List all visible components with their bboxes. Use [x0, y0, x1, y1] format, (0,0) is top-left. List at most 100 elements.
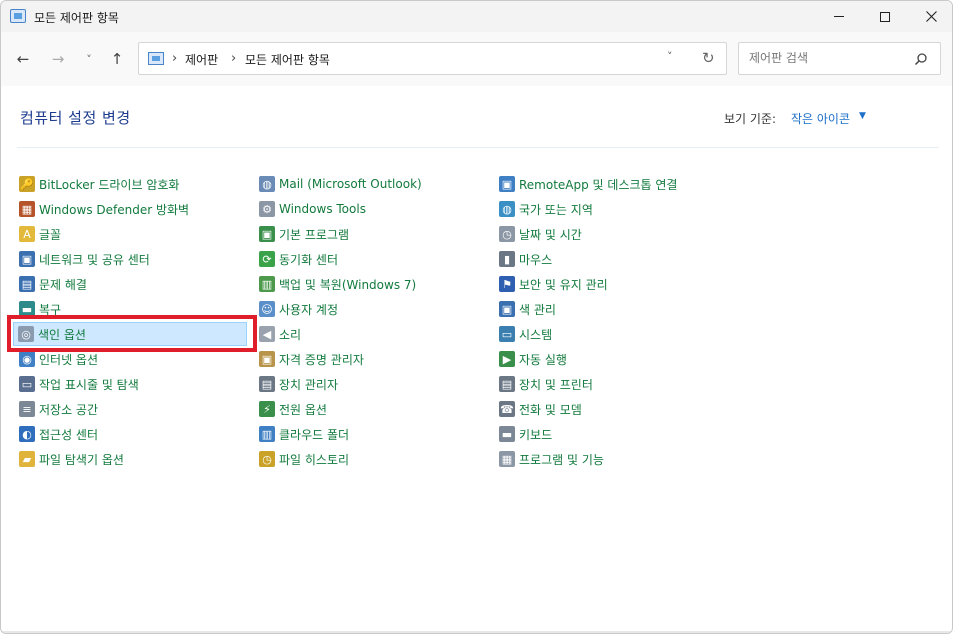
control-panel-item[interactable]: ◎ 색인 옵션 — [13, 322, 247, 346]
view-by-dropdown[interactable]: 작은 아이콘 — [791, 110, 850, 127]
minimize-icon — [834, 16, 844, 17]
control-panel-item-label: 프로그램 및 기능 — [519, 452, 604, 467]
control-panel-item[interactable]: ▣ 색 관리 — [495, 298, 556, 320]
control-panel-item-label: 자동 실행 — [519, 352, 567, 367]
control-panel-item[interactable]: ▣ RemoteApp 및 데스크톱 연결 — [495, 173, 677, 195]
sound-icon: ◀ — [259, 326, 275, 342]
control-panel-item-label: 백업 및 복원(Windows 7) — [279, 277, 417, 292]
maximize-button[interactable] — [862, 1, 908, 32]
power-options-icon: ⚡ — [259, 401, 275, 417]
date-time-icon: ◷ — [499, 226, 515, 242]
color-management-icon: ▣ — [499, 301, 515, 317]
control-panel-item[interactable]: ▤ 문제 해결 — [15, 273, 87, 295]
control-panel-item[interactable]: ▦ 프로그램 및 기능 — [495, 448, 604, 470]
control-panel-item[interactable]: ◍ Mail (Microsoft Outlook) — [255, 173, 422, 195]
control-panel-item[interactable]: ▤ 장치 및 프린터 — [495, 373, 593, 395]
recent-locations-button[interactable]: ˅ — [77, 47, 101, 71]
control-panel-item[interactable]: ▬ 키보드 — [495, 423, 552, 445]
control-panel-item-label: Windows Defender 방화벽 — [39, 202, 190, 217]
search-input[interactable] — [749, 51, 909, 65]
control-panel-item[interactable]: A 글꼴 — [15, 223, 61, 245]
control-panel-item-label: 파일 히스토리 — [279, 452, 350, 467]
sync-center-icon: ⟳ — [259, 251, 275, 267]
credential-manager-icon: ▣ — [259, 351, 275, 367]
region-icon: ◍ — [499, 201, 515, 217]
control-panel-item[interactable]: ≡ 저장소 공간 — [15, 398, 98, 420]
control-panel-item[interactable]: ▭ 시스템 — [495, 323, 552, 345]
control-panel-item[interactable]: ◍ 국가 또는 지역 — [495, 198, 593, 220]
control-panel-item[interactable]: ▣ 기본 프로그램 — [255, 223, 349, 245]
close-button[interactable] — [908, 1, 952, 32]
navigation-bar: ← → ˅ ↑ › 제어판 › 모든 제어판 항목 ˅ ↻ — [1, 32, 952, 86]
control-panel-item-label: 장치 관리자 — [279, 377, 339, 392]
control-panel-item[interactable]: ⟳ 동기화 센터 — [255, 248, 338, 270]
control-panel-item-label: 동기화 센터 — [279, 252, 339, 267]
control-panel-item[interactable]: ⚙ Windows Tools — [255, 198, 366, 220]
control-panel-item[interactable]: ◷ 날짜 및 시간 — [495, 223, 582, 245]
control-panel-item-label: 보안 및 유지 관리 — [519, 277, 608, 292]
control-panel-item-label: 인터넷 옵션 — [39, 352, 99, 367]
control-panel-item[interactable]: ▬ 복구 — [15, 298, 61, 320]
search-icon[interactable] — [914, 52, 928, 66]
control-panel-item[interactable]: ☺ 사용자 계정 — [255, 298, 338, 320]
control-panel-item[interactable]: ▦ Windows Defender 방화벽 — [15, 198, 189, 220]
control-panel-item-label: 마우스 — [519, 252, 553, 267]
file-explorer-options-icon: ▰ — [19, 451, 35, 467]
address-dropdown-icon[interactable]: ˅ — [667, 50, 673, 63]
header-divider — [17, 147, 939, 148]
control-panel-icon — [10, 9, 26, 23]
keyboard-icon: ▬ — [499, 426, 515, 442]
control-panel-item[interactable]: ⚑ 보안 및 유지 관리 — [495, 273, 608, 295]
control-panel-item[interactable]: ☎ 전화 및 모뎀 — [495, 398, 582, 420]
indexing-icon: ◎ — [18, 326, 34, 342]
control-panel-item[interactable]: ▣ 자격 증명 관리자 — [255, 348, 364, 370]
search-box[interactable] — [738, 42, 941, 75]
forward-button[interactable]: → — [46, 47, 70, 71]
autoplay-icon: ▶ — [499, 351, 515, 367]
breadcrumb-separator-icon[interactable]: › — [231, 51, 236, 66]
control-panel-icon — [148, 52, 164, 65]
back-button[interactable]: ← — [11, 47, 35, 71]
control-panel-item[interactable]: ▥ 백업 및 복원(Windows 7) — [255, 273, 416, 295]
user-accounts-icon: ☺ — [259, 301, 275, 317]
bitlocker-icon: 🔑 — [19, 176, 35, 192]
refresh-icon[interactable]: ↻ — [702, 49, 715, 67]
control-panel-item-label: 문제 해결 — [39, 277, 87, 292]
control-panel-item[interactable]: ▥ 클라우드 폴더 — [255, 423, 349, 445]
control-panel-item[interactable]: ◷ 파일 히스토리 — [255, 448, 349, 470]
control-panel-item[interactable]: ▭ 작업 표시줄 및 탐색 — [15, 373, 139, 395]
security-maintenance-icon: ⚑ — [499, 276, 515, 292]
control-panel-item[interactable]: ▮ 마우스 — [495, 248, 552, 270]
breadcrumb-separator-icon[interactable]: › — [172, 51, 177, 66]
control-panel-item[interactable]: 🔑 BitLocker 드라이브 암호화 — [15, 173, 179, 195]
close-icon — [925, 11, 937, 22]
default-programs-icon: ▣ — [259, 226, 275, 242]
control-panel-item-label: 글꼴 — [39, 227, 62, 242]
control-panel-item[interactable]: ▰ 파일 탐색기 옵션 — [15, 448, 124, 470]
up-button[interactable]: ↑ — [105, 47, 129, 71]
control-panel-item[interactable]: ▣ 네트워크 및 공유 센터 — [15, 248, 150, 270]
windows-tools-icon: ⚙ — [259, 201, 275, 217]
view-by-caret-icon[interactable]: ▼ — [859, 111, 866, 121]
control-panel-item-label: 시스템 — [519, 327, 553, 342]
address-bar[interactable]: › 제어판 › 모든 제어판 항목 ˅ ↻ — [138, 42, 727, 75]
control-panel-item[interactable]: ⚡ 전원 옵션 — [255, 398, 327, 420]
control-panel-item[interactable]: ◐ 접근성 센터 — [15, 423, 98, 445]
control-panel-item[interactable]: ◀ 소리 — [255, 323, 301, 345]
control-panel-window: 모든 제어판 항목 ← → ˅ ↑ › 제어판 › 모든 제어판 항목 ˅ ↻ — [0, 0, 953, 634]
firewall-icon: ▦ — [19, 201, 35, 217]
control-panel-item[interactable]: ◉ 인터넷 옵션 — [15, 348, 98, 370]
control-panel-item-label: 네트워크 및 공유 센터 — [39, 252, 150, 267]
minimize-button[interactable] — [816, 1, 862, 32]
breadcrumb-control-panel[interactable]: 제어판 — [185, 51, 218, 68]
internet-options-icon: ◉ — [19, 351, 35, 367]
control-panel-item-label: 사용자 계정 — [279, 302, 339, 317]
control-panel-item[interactable]: ▤ 장치 관리자 — [255, 373, 338, 395]
breadcrumb-all-items[interactable]: 모든 제어판 항목 — [245, 51, 330, 68]
control-panel-item[interactable]: ▶ 자동 실행 — [495, 348, 567, 370]
page-title: 컴퓨터 설정 변경 — [20, 109, 131, 127]
device-manager-icon: ▤ — [259, 376, 275, 392]
network-icon: ▣ — [19, 251, 35, 267]
control-panel-item-label: 키보드 — [519, 427, 553, 442]
control-panel-item-label: Mail (Microsoft Outlook) — [279, 177, 422, 191]
